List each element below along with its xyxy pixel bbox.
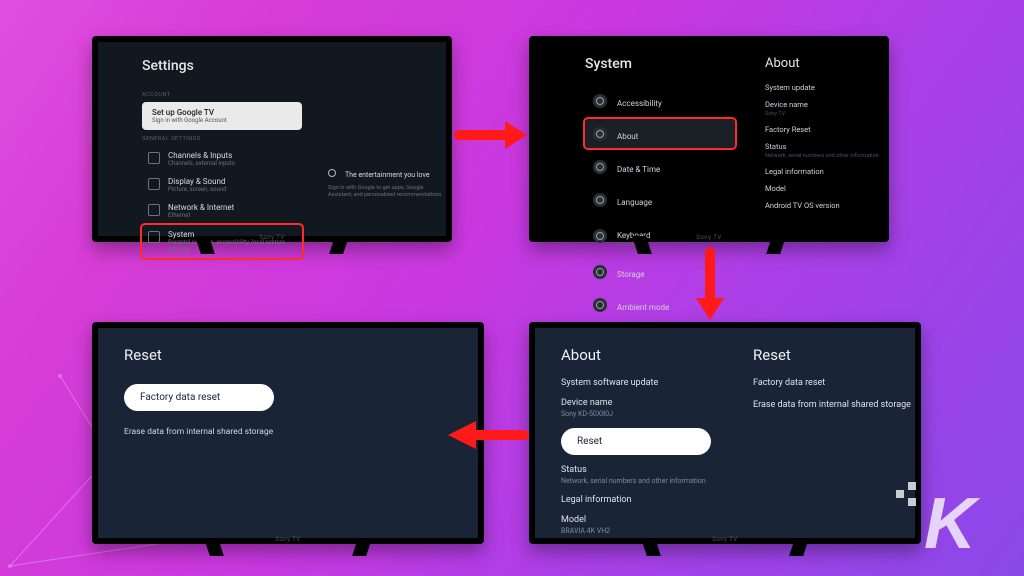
keyboard-icon	[593, 229, 607, 243]
settings-item-sub: Picture, screen, sound	[168, 186, 227, 193]
reset-title: Reset	[753, 346, 913, 364]
reset-item-erase-data[interactable]: Erase data from internal shared storage	[753, 400, 913, 410]
reset-title: Reset	[124, 346, 344, 364]
settings-item-sub: Ethernet	[168, 212, 234, 219]
system-item-language[interactable]: Language	[585, 185, 735, 214]
clock-icon	[593, 160, 607, 174]
tv-brand-label: Sony TV	[696, 234, 721, 241]
about-item-model[interactable]: Model	[561, 515, 736, 525]
channels-icon	[148, 152, 160, 164]
system-item-accessibility[interactable]: Accessibility	[585, 86, 735, 115]
system-item-label: Date & Time	[617, 165, 660, 174]
erase-data-item[interactable]: Erase data from internal shared storage	[124, 427, 344, 437]
settings-promo: The entertainment you love Sign in with …	[328, 162, 448, 199]
about-item-device-name[interactable]: Device name	[561, 398, 736, 408]
globe-icon	[593, 193, 607, 207]
tv-step4-reset: Reset Factory data reset Erase data from…	[92, 322, 484, 544]
about-item-device-name-value: Sony KD-50X80J	[561, 410, 736, 418]
about-item[interactable]: Device nameSony TV	[765, 100, 885, 117]
system-item-about[interactable]: About	[585, 119, 735, 148]
storage-icon	[593, 265, 607, 279]
about-item[interactable]: StatusNetwork, serial numbers and other …	[765, 142, 885, 159]
about-item-model-value: BRAVIA 4K VH2	[561, 527, 736, 535]
about-item[interactable]: System update	[765, 83, 885, 92]
setup-google-tv-card[interactable]: Set up Google TV Sign in with Google Acc…	[142, 102, 302, 130]
system-item-label: About	[617, 132, 638, 141]
accessibility-icon	[593, 94, 607, 108]
about-item-status-sub: Network, serial numbers and other inform…	[561, 477, 736, 485]
about-item-status[interactable]: Status	[561, 465, 736, 475]
tv-brand-label: Sony TV	[275, 536, 300, 543]
system-item-label: Keyboard	[617, 231, 650, 240]
settings-item-system[interactable]: System Parental controls, accessibility,…	[142, 225, 302, 258]
about-item-legal-information[interactable]: Legal information	[561, 495, 736, 505]
system-item-ambient-mode[interactable]: Ambient mode	[585, 290, 735, 319]
settings-item-network-internet[interactable]: Network & Internet Ethernet	[142, 198, 302, 224]
about-item[interactable]: Model	[765, 184, 885, 193]
display-icon	[148, 178, 160, 190]
brand-logo-k: K	[896, 482, 1006, 562]
about-item[interactable]: Legal information	[765, 167, 885, 176]
about-item-system-software-update[interactable]: System software update	[561, 378, 736, 388]
about-title: About	[561, 346, 736, 364]
system-item-sub: Gboard	[617, 242, 650, 248]
system-item-date-time[interactable]: Date & Time	[585, 152, 735, 181]
about-item[interactable]: Android TV OS version	[765, 201, 885, 210]
settings-title: Settings	[142, 58, 302, 74]
settings-item-label: Network & Internet	[168, 203, 234, 212]
system-title: System	[585, 56, 735, 72]
settings-item-sub: Channels, external inputs	[168, 160, 235, 167]
tv-step3-about: About System software update Device name…	[529, 322, 921, 544]
ambient-icon	[593, 298, 607, 312]
system-item-label: Accessibility	[617, 99, 662, 108]
about-title: About	[765, 56, 885, 71]
tv-step2-system: System Accessibility About Date & Time L…	[529, 36, 889, 242]
about-item[interactable]: Factory Reset	[765, 125, 885, 134]
settings-item-display-sound[interactable]: Display & Sound Picture, screen, sound	[142, 172, 302, 198]
settings-item-channels-inputs[interactable]: Channels & Inputs Channels, external inp…	[142, 146, 302, 172]
settings-item-label: Display & Sound	[168, 177, 227, 186]
system-item-label: Ambient mode	[617, 303, 669, 312]
network-icon	[148, 204, 160, 216]
arrow-step1-to-step2	[455, 115, 527, 155]
tv-step1-settings: Settings ACCOUNT Set up Google TV Sign i…	[92, 36, 452, 242]
section-label-general: GENERAL SETTINGS	[142, 136, 302, 142]
promo-body: Sign in with Google to get apps, Google …	[328, 185, 448, 199]
svg-text:K: K	[924, 484, 981, 562]
tv-brand-label: Sony TV	[712, 536, 737, 543]
info-icon	[328, 169, 336, 177]
tv-brand-label: Sony TV	[259, 234, 284, 241]
about-icon	[593, 127, 607, 141]
setup-google-tv-sub: Sign in with Google Account	[152, 117, 292, 124]
system-item-storage[interactable]: Storage	[585, 257, 735, 286]
system-item-label: Language	[617, 198, 652, 207]
about-item-reset[interactable]: Reset	[561, 428, 711, 455]
factory-data-reset-button[interactable]: Factory data reset	[124, 384, 274, 411]
system-item-label: Storage	[617, 270, 645, 279]
settings-item-label: Channels & Inputs	[168, 151, 235, 160]
promo-heading: The entertainment you love	[345, 171, 430, 179]
setup-google-tv-label: Set up Google TV	[152, 108, 292, 117]
system-icon	[148, 231, 160, 243]
reset-item-factory-data-reset[interactable]: Factory data reset	[753, 378, 913, 388]
section-label-account: ACCOUNT	[142, 92, 302, 98]
